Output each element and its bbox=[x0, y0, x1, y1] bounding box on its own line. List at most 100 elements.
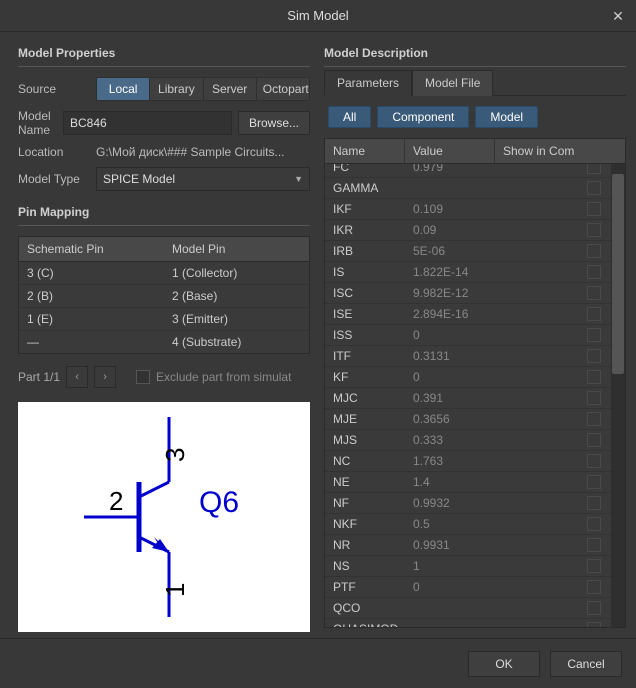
param-value-cell bbox=[405, 185, 495, 191]
source-octopart[interactable]: Octopart bbox=[257, 78, 309, 100]
param-row[interactable]: IKF0.109 bbox=[325, 199, 611, 220]
param-row[interactable]: PTF0 bbox=[325, 577, 611, 598]
show-checkbox[interactable] bbox=[587, 328, 601, 342]
param-row[interactable]: NC1.763 bbox=[325, 451, 611, 472]
param-row[interactable]: ISE2.894E-16 bbox=[325, 304, 611, 325]
param-header-name[interactable]: Name bbox=[325, 139, 405, 163]
close-button[interactable]: ✕ bbox=[608, 6, 628, 26]
param-show-cell bbox=[495, 241, 611, 261]
model-name-label: Model Name bbox=[18, 109, 57, 137]
show-checkbox[interactable] bbox=[587, 244, 601, 258]
show-checkbox[interactable] bbox=[587, 454, 601, 468]
exclude-checkbox[interactable] bbox=[136, 370, 150, 384]
param-row[interactable]: ISS0 bbox=[325, 325, 611, 346]
show-checkbox[interactable] bbox=[587, 265, 601, 279]
param-value-cell: 0.9931 bbox=[405, 535, 495, 555]
tab-model-file[interactable]: Model File bbox=[412, 70, 493, 96]
param-name-cell: ITF bbox=[325, 346, 405, 366]
show-checkbox[interactable] bbox=[587, 601, 601, 615]
ok-button[interactable]: OK bbox=[468, 651, 540, 677]
show-checkbox[interactable] bbox=[587, 349, 601, 363]
param-value-cell: 0 bbox=[405, 577, 495, 597]
parameters-scrollbar[interactable] bbox=[611, 164, 625, 627]
pin-row[interactable]: —4 (Substrate) bbox=[19, 331, 309, 353]
filter-model-button[interactable]: Model bbox=[475, 106, 538, 128]
param-row[interactable]: IS1.822E-14 bbox=[325, 262, 611, 283]
part-next-button[interactable]: › bbox=[94, 366, 116, 388]
show-checkbox[interactable] bbox=[587, 391, 601, 405]
pin-sch-cell: 3 (C) bbox=[19, 262, 164, 284]
param-name-cell: NF bbox=[325, 493, 405, 513]
param-row[interactable]: GAMMA bbox=[325, 178, 611, 199]
pin-header-model[interactable]: Model Pin bbox=[164, 237, 309, 261]
pin-row[interactable]: 3 (C)1 (Collector) bbox=[19, 262, 309, 285]
model-type-select[interactable]: SPICE Model ▼ bbox=[96, 167, 310, 191]
param-show-cell bbox=[495, 262, 611, 282]
show-checkbox[interactable] bbox=[587, 559, 601, 573]
show-checkbox[interactable] bbox=[587, 496, 601, 510]
param-row[interactable]: NF0.9932 bbox=[325, 493, 611, 514]
param-show-cell bbox=[495, 388, 611, 408]
model-name-input[interactable] bbox=[63, 111, 232, 135]
param-row[interactable]: MJS0.333 bbox=[325, 430, 611, 451]
param-row[interactable]: ITF0.3131 bbox=[325, 346, 611, 367]
param-show-cell bbox=[495, 619, 611, 627]
show-checkbox[interactable] bbox=[587, 475, 601, 489]
pin-row[interactable]: 2 (B)2 (Base) bbox=[19, 285, 309, 308]
show-checkbox[interactable] bbox=[587, 181, 601, 195]
param-row[interactable]: MJE0.3656 bbox=[325, 409, 611, 430]
filter-all-button[interactable]: All bbox=[328, 106, 371, 128]
source-library[interactable]: Library bbox=[150, 78, 203, 100]
show-checkbox[interactable] bbox=[587, 307, 601, 321]
show-checkbox[interactable] bbox=[587, 412, 601, 426]
param-row[interactable]: QUASIMOD bbox=[325, 619, 611, 627]
cancel-button[interactable]: Cancel bbox=[550, 651, 622, 677]
param-row[interactable]: MJC0.391 bbox=[325, 388, 611, 409]
filter-component-button[interactable]: Component bbox=[377, 106, 469, 128]
param-row[interactable]: NR0.9931 bbox=[325, 535, 611, 556]
param-row[interactable]: NKF0.5 bbox=[325, 514, 611, 535]
pin-row[interactable]: 1 (E)3 (Emitter) bbox=[19, 308, 309, 331]
scrollbar-thumb[interactable] bbox=[612, 174, 624, 374]
param-header-value[interactable]: Value bbox=[405, 139, 495, 163]
show-checkbox[interactable] bbox=[587, 164, 601, 174]
show-checkbox[interactable] bbox=[587, 538, 601, 552]
part-prev-button[interactable]: ‹ bbox=[66, 366, 88, 388]
model-properties-title: Model Properties bbox=[18, 46, 310, 60]
show-checkbox[interactable] bbox=[587, 286, 601, 300]
param-header-show[interactable]: Show in Com bbox=[495, 139, 625, 163]
param-row[interactable]: ISC9.982E-12 bbox=[325, 283, 611, 304]
show-checkbox[interactable] bbox=[587, 622, 601, 627]
param-row[interactable]: IRB5E-06 bbox=[325, 241, 611, 262]
param-row[interactable]: QCO bbox=[325, 598, 611, 619]
param-row[interactable]: IKR0.09 bbox=[325, 220, 611, 241]
svg-text:2: 2 bbox=[109, 486, 123, 516]
param-row[interactable]: KF0 bbox=[325, 367, 611, 388]
param-value-cell: 0.3656 bbox=[405, 409, 495, 429]
param-row[interactable]: NE1.4 bbox=[325, 472, 611, 493]
param-name-cell: GAMMA bbox=[325, 178, 405, 198]
pin-header-schematic[interactable]: Schematic Pin bbox=[19, 237, 164, 261]
show-checkbox[interactable] bbox=[587, 580, 601, 594]
param-name-cell: IKF bbox=[325, 199, 405, 219]
show-checkbox[interactable] bbox=[587, 433, 601, 447]
show-checkbox[interactable] bbox=[587, 223, 601, 237]
param-show-cell bbox=[495, 325, 611, 345]
pin-mdl-cell: 1 (Collector) bbox=[164, 262, 309, 284]
tab-parameters[interactable]: Parameters bbox=[324, 70, 412, 96]
param-name-cell: FC bbox=[325, 164, 405, 177]
source-local[interactable]: Local bbox=[97, 78, 150, 100]
source-server[interactable]: Server bbox=[204, 78, 257, 100]
show-checkbox[interactable] bbox=[587, 370, 601, 384]
param-row[interactable]: FC0.979 bbox=[325, 164, 611, 178]
show-checkbox[interactable] bbox=[587, 517, 601, 531]
param-row[interactable]: NS1 bbox=[325, 556, 611, 577]
show-checkbox[interactable] bbox=[587, 202, 601, 216]
param-name-cell: MJE bbox=[325, 409, 405, 429]
param-name-cell: NC bbox=[325, 451, 405, 471]
param-show-cell bbox=[495, 493, 611, 513]
chevron-right-icon: › bbox=[103, 371, 107, 383]
pin-mdl-cell: 2 (Base) bbox=[164, 285, 309, 307]
browse-button[interactable]: Browse... bbox=[238, 111, 310, 135]
param-show-cell bbox=[495, 514, 611, 534]
